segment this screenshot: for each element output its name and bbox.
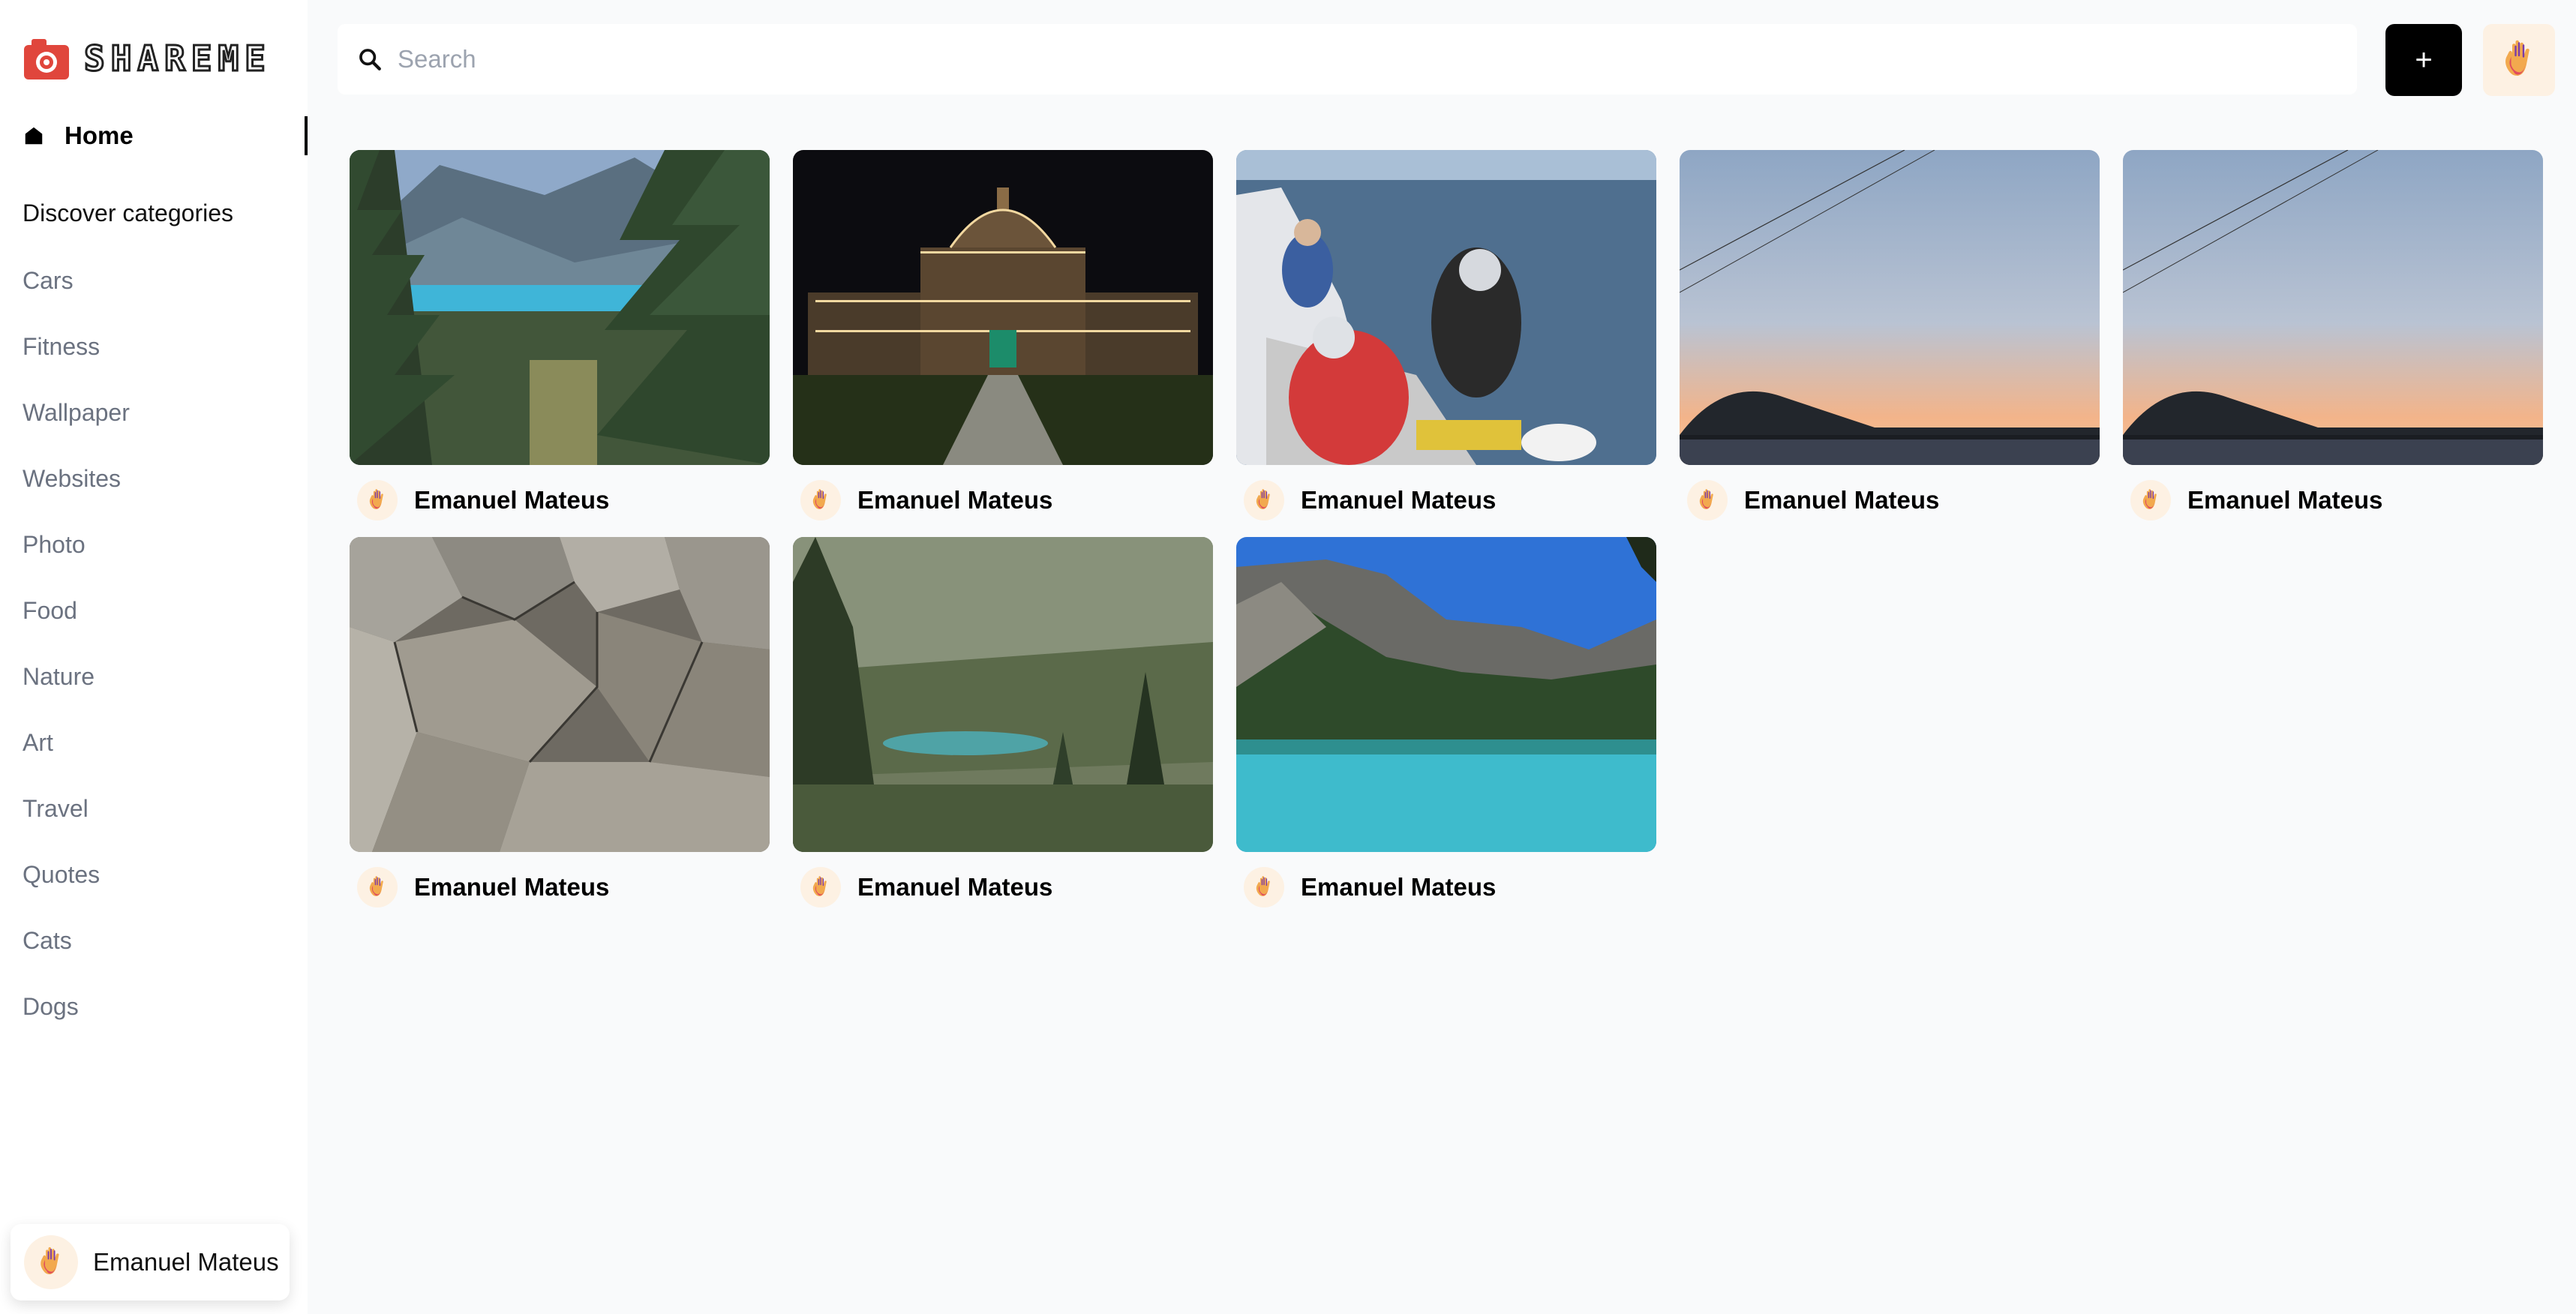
sidebar-item-websites[interactable]: Websites <box>23 462 130 528</box>
home-icon <box>25 127 43 145</box>
pin-image[interactable] <box>793 537 1213 852</box>
waving-hand-icon <box>365 874 390 900</box>
sidebar-item-food[interactable]: Food <box>23 594 130 660</box>
pin-image[interactable] <box>1680 150 2100 465</box>
avatar <box>1244 480 1284 520</box>
sidebar-item-quotes[interactable]: Quotes <box>23 858 130 924</box>
waving-hand-icon <box>808 874 833 900</box>
pin-image[interactable] <box>1236 150 1656 465</box>
avatar <box>1244 867 1284 908</box>
brand-logo[interactable]: SHAREME <box>23 34 272 82</box>
user-name: Emanuel Mateus <box>93 1248 279 1276</box>
sidebar-item-cars[interactable]: Cars <box>23 264 130 330</box>
sidebar: SHAREME Home Discover categories Cars Fi… <box>0 0 308 1314</box>
avatar <box>357 867 398 908</box>
add-pin-button[interactable]: + <box>2385 24 2462 96</box>
author-name: Emanuel Mateus <box>414 873 610 901</box>
pin-image[interactable] <box>350 150 770 465</box>
sidebar-item-travel[interactable]: Travel <box>23 792 130 858</box>
sidebar-item-fitness[interactable]: Fitness <box>23 330 130 396</box>
author-name: Emanuel Mateus <box>857 486 1053 514</box>
pin-author[interactable]: Emanuel Mateus <box>793 480 1213 520</box>
camera-logo-icon <box>24 39 69 80</box>
waving-hand-icon <box>2496 38 2541 82</box>
author-name: Emanuel Mateus <box>414 486 610 514</box>
sidebar-item-cats[interactable]: Cats <box>23 924 130 990</box>
pin-author[interactable]: Emanuel Mateus <box>1680 480 2100 520</box>
waving-hand-icon <box>808 488 833 513</box>
pin-author[interactable]: Emanuel Mateus <box>793 867 1213 908</box>
avatar <box>24 1235 78 1289</box>
pin-image[interactable] <box>350 537 770 852</box>
sidebar-item-photo[interactable]: Photo <box>23 528 130 594</box>
search-bar[interactable] <box>338 24 2357 94</box>
pin-card[interactable]: Emanuel Mateus <box>793 150 1213 520</box>
pin-card[interactable]: Emanuel Mateus <box>1236 150 1656 520</box>
pin-card[interactable]: Emanuel Mateus <box>350 537 770 908</box>
sidebar-item-art[interactable]: Art <box>23 726 130 792</box>
waving-hand-icon <box>2138 488 2163 513</box>
avatar <box>357 480 398 520</box>
search-icon <box>359 49 381 70</box>
pin-card[interactable]: Emanuel Mateus <box>350 150 770 520</box>
sidebar-item-wallpaper[interactable]: Wallpaper <box>23 396 130 462</box>
avatar <box>2130 480 2171 520</box>
pin-author[interactable]: Emanuel Mateus <box>1236 867 1656 908</box>
search-input[interactable] <box>398 45 2273 74</box>
pin-image[interactable] <box>1236 537 1656 852</box>
pin-author[interactable]: Emanuel Mateus <box>350 867 770 908</box>
brand-name: SHAREME <box>83 38 272 80</box>
sidebar-item-label: Home <box>65 122 134 149</box>
author-name: Emanuel Mateus <box>1301 873 1497 901</box>
avatar <box>1687 480 1728 520</box>
user-avatar-button[interactable] <box>2483 24 2555 96</box>
user-profile-card[interactable]: Emanuel Mateus <box>11 1224 290 1300</box>
author-name: Emanuel Mateus <box>857 873 1053 901</box>
waving-hand-icon <box>1251 488 1277 513</box>
pin-image[interactable] <box>2123 150 2543 465</box>
pin-card[interactable]: Emanuel Mateus <box>2123 150 2543 520</box>
avatar <box>800 867 841 908</box>
avatar <box>800 480 841 520</box>
author-name: Emanuel Mateus <box>1301 486 1497 514</box>
pin-card[interactable]: Emanuel Mateus <box>1680 150 2100 520</box>
waving-hand-icon <box>1251 874 1277 900</box>
category-list: Cars Fitness Wallpaper Websites Photo Fo… <box>23 264 130 1056</box>
pin-image[interactable] <box>793 150 1213 465</box>
waving-hand-icon <box>365 488 390 513</box>
sidebar-item-nature[interactable]: Nature <box>23 660 130 726</box>
pin-author[interactable]: Emanuel Mateus <box>350 480 770 520</box>
sidebar-item-dogs[interactable]: Dogs <box>23 990 130 1056</box>
pin-card[interactable]: Emanuel Mateus <box>1236 537 1656 908</box>
pin-author[interactable]: Emanuel Mateus <box>1236 480 1656 520</box>
author-name: Emanuel Mateus <box>1744 486 1940 514</box>
pin-author[interactable]: Emanuel Mateus <box>2123 480 2543 520</box>
discover-categories-heading: Discover categories <box>23 200 233 226</box>
pin-card[interactable]: Emanuel Mateus <box>793 537 1213 908</box>
sidebar-item-home[interactable]: Home <box>23 116 308 155</box>
author-name: Emanuel Mateus <box>2187 486 2383 514</box>
waving-hand-icon <box>34 1245 68 1280</box>
waving-hand-icon <box>1695 488 1720 513</box>
